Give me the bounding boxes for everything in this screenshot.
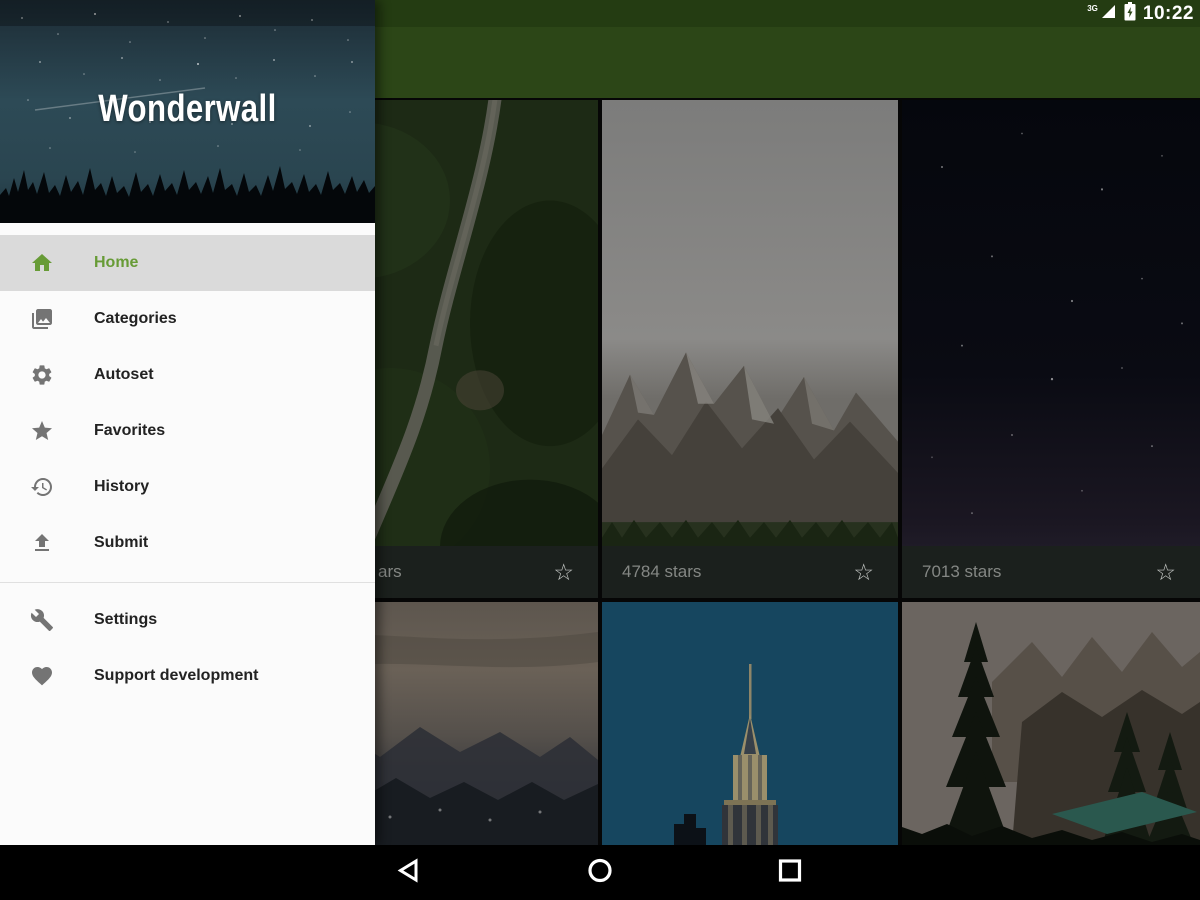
stars-count-label: 4784 stars (602, 562, 701, 582)
wallpaper-tile[interactable] (602, 602, 898, 845)
menu-item-label: Categories (94, 310, 177, 328)
categories-icon (30, 307, 54, 331)
stars-count-label: 7013 stars (902, 562, 1001, 582)
navigation-drawer: Wonderwall Home Categories (0, 0, 375, 845)
menu-item-favorites[interactable]: Favorites (0, 403, 375, 459)
gear-icon (30, 363, 54, 387)
history-icon (30, 475, 54, 499)
home-icon (30, 251, 54, 275)
app-title: Wonderwall (34, 88, 342, 131)
menu-item-label: Favorites (94, 422, 165, 440)
wrench-icon (30, 608, 54, 632)
drawer-header: Wonderwall (0, 0, 375, 223)
mountain-cabin-image (902, 602, 1200, 845)
favorite-star-icon[interactable]: ☆ (1155, 561, 1200, 584)
upload-icon (30, 531, 54, 555)
signal-icon (1100, 3, 1117, 25)
mountain-lake-image (602, 100, 898, 598)
menu-divider (0, 582, 375, 583)
menu-item-label: Submit (94, 534, 148, 552)
drawer-menu: Home Categories Autoset (0, 235, 375, 704)
menu-item-autoset[interactable]: Autoset (0, 347, 375, 403)
wallpaper-tile[interactable] (902, 602, 1200, 845)
menu-item-label: History (94, 478, 149, 496)
app-screen: 3G 10:22 (0, 0, 1200, 900)
menu-item-categories[interactable]: Categories (0, 291, 375, 347)
back-icon[interactable] (397, 857, 423, 888)
menu-item-label: Home (94, 254, 138, 272)
wallpaper-tile[interactable]: 4784 stars ☆ (602, 100, 898, 598)
system-nav-bar (0, 845, 1200, 900)
wallpaper-caption-bar: 4784 stars ☆ (602, 546, 898, 598)
menu-item-label: Settings (94, 611, 157, 629)
menu-item-home[interactable]: Home (0, 235, 375, 291)
star-icon (30, 419, 54, 443)
empire-state-building-image (602, 602, 898, 845)
wallpaper-caption-bar: 7013 stars ☆ (902, 546, 1200, 598)
favorite-star-icon[interactable]: ☆ (553, 561, 598, 584)
menu-item-settings[interactable]: Settings (0, 592, 375, 648)
battery-charging-icon (1124, 2, 1136, 26)
menu-item-history[interactable]: History (0, 459, 375, 515)
menu-item-label: Autoset (94, 366, 154, 384)
wallpaper-tile[interactable]: 7013 stars ☆ (902, 100, 1200, 598)
network-type-label: 3G (1087, 4, 1098, 13)
recents-icon[interactable] (777, 857, 803, 888)
home-circle-icon[interactable] (587, 857, 613, 888)
menu-item-support-development[interactable]: Support development (0, 648, 375, 704)
menu-item-label: Support development (94, 667, 258, 685)
heart-icon (30, 664, 54, 688)
night-sky-image (902, 100, 1200, 598)
status-clock: 10:22 (1143, 3, 1194, 25)
favorite-star-icon[interactable]: ☆ (853, 561, 898, 584)
menu-item-submit[interactable]: Submit (0, 515, 375, 571)
